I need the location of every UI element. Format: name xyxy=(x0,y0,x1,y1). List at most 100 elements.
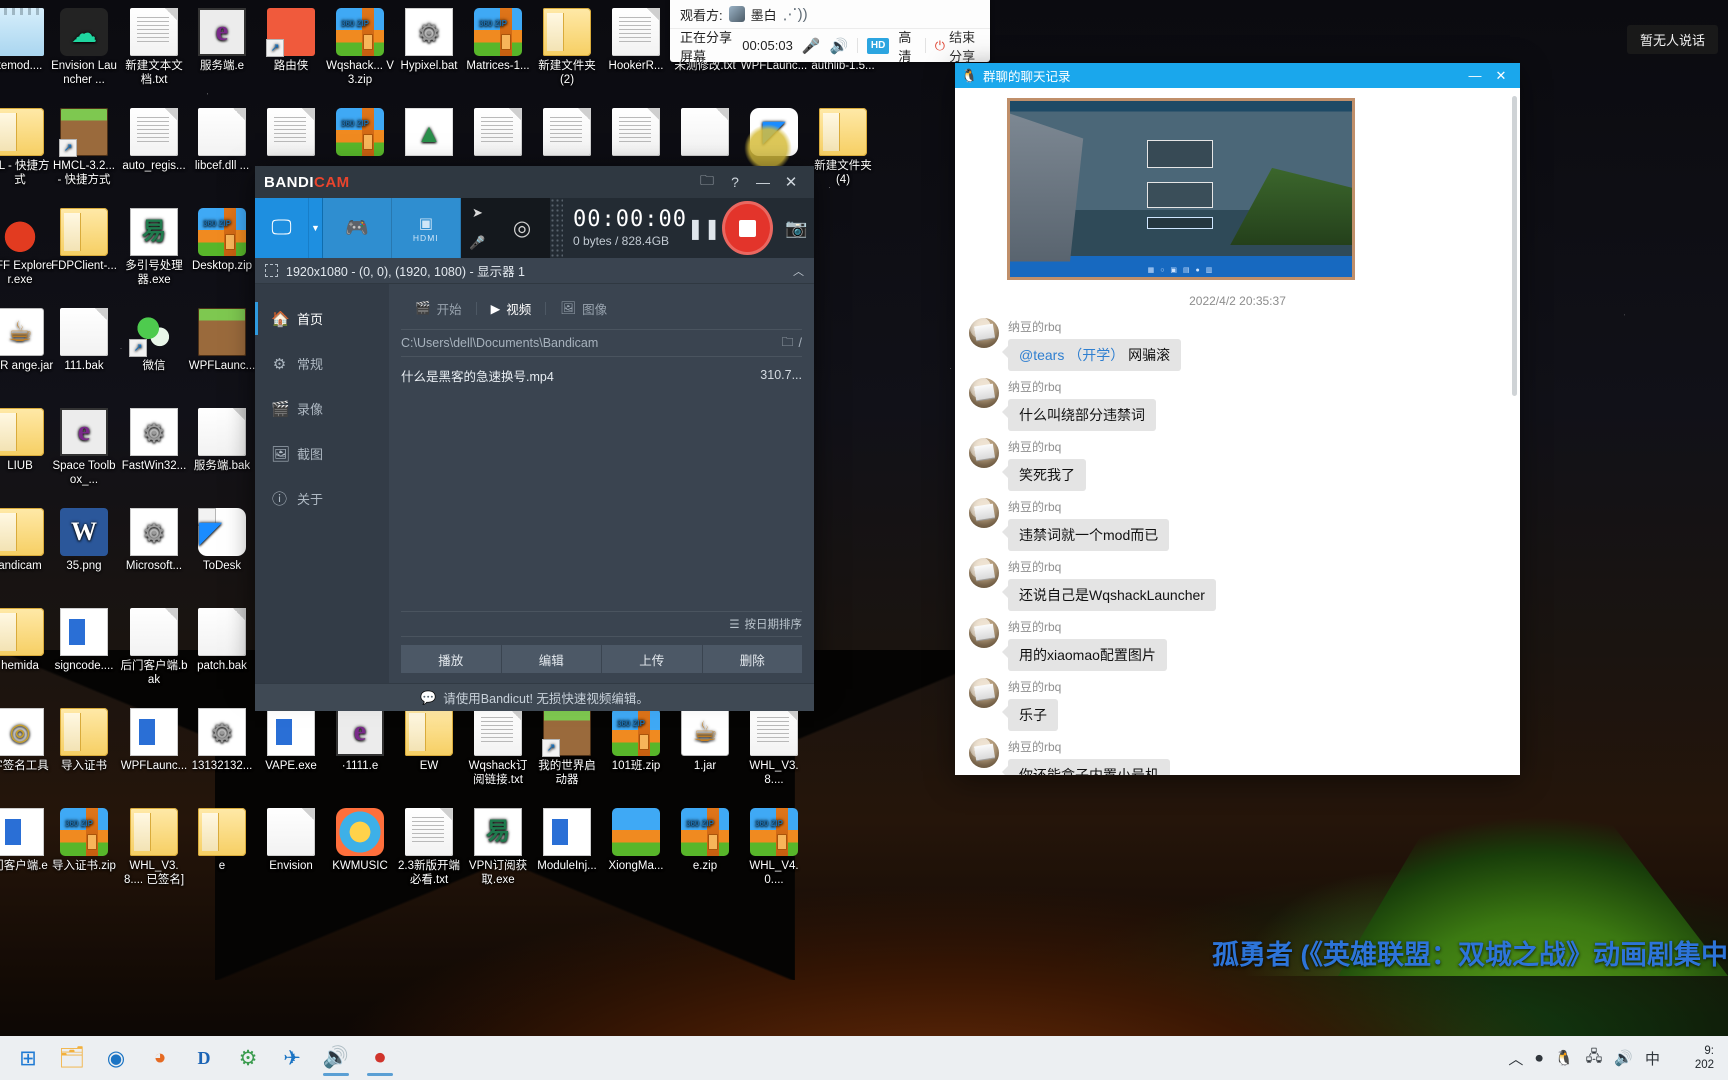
avatar[interactable] xyxy=(969,558,999,588)
end-share-button[interactable]: ⏻ 结束分享 xyxy=(935,27,980,65)
sort-label[interactable]: 按日期排序 xyxy=(745,616,803,632)
open-folder-icon[interactable]: 🗀 xyxy=(693,170,721,194)
desktop-icon[interactable]: 后门客户端.bak xyxy=(120,608,188,687)
game-recording-mode-button[interactable]: 🎮 xyxy=(323,198,392,258)
taskbar-buttons[interactable]: ⊞ 🗂 ◉ ◕ D ⚙ ✈ 🔊 ⏺ xyxy=(6,1038,402,1078)
recording-indicator-icon[interactable]: ⏺ xyxy=(1535,1050,1543,1067)
microphone-icon[interactable]: 🎤 xyxy=(461,228,494,258)
device-recording-mode-button[interactable]: ▣ HDMI xyxy=(391,198,461,258)
tray-expand-icon[interactable]: ︿ xyxy=(1508,1048,1523,1069)
desktop-icon[interactable] xyxy=(257,108,325,160)
bandicam-sidebar[interactable]: 🏠 首页 ⚙ 常规 🎬 录像 🖼 截图 ⓘ 关于 xyxy=(255,284,389,683)
sidebar-item-2[interactable]: 🎬 录像 xyxy=(255,386,389,431)
firefox-browser[interactable]: ◕ xyxy=(138,1038,182,1078)
speaker-icon[interactable]: 🔊 xyxy=(830,37,849,55)
desktop-icon[interactable]: WHL_V3.8.... 已签名] xyxy=(120,808,188,887)
qq-tray-icon[interactable]: 🐧 xyxy=(1555,1049,1574,1067)
desktop-icon[interactable]: 新建文件夹 (2) xyxy=(533,8,601,87)
desktop-icon[interactable]: HL - 快捷方式 xyxy=(0,108,54,187)
desktop-icon[interactable]: hemida xyxy=(0,608,54,674)
desktop-icon[interactable]: 路由侠 xyxy=(257,8,325,74)
desktop-icon[interactable]: VAPE.exe xyxy=(257,708,325,774)
desktop-icon[interactable]: CFF Explorer.exe xyxy=(0,208,54,287)
sidebar-item-4[interactable]: ⓘ 关于 xyxy=(255,476,389,521)
desktop-icon[interactable]: ·1111.e xyxy=(326,708,394,774)
bandicam-toolbar[interactable]: 🖵 ▼ 🎮 ▣ HDMI ➤ 🎤 ◎ 00:00:00 0 bytes / 82… xyxy=(255,198,814,258)
desktop-icon[interactable]: 服务端.bak xyxy=(188,408,256,474)
music-player[interactable]: 🔊 xyxy=(314,1038,358,1078)
shared-screenshot-image[interactable] xyxy=(1007,98,1355,280)
desktop-icon[interactable]: HookerR... xyxy=(602,8,670,74)
desktop-icon[interactable]: XiongMa... xyxy=(602,808,670,874)
desktop-icon[interactable]: 微信 xyxy=(120,308,188,374)
desktop-icon[interactable]: patch.bak xyxy=(188,608,256,674)
message-bubble[interactable]: 违禁词就一个mod而已 xyxy=(1001,519,1170,551)
volume-icon[interactable]: 🔊 xyxy=(1614,1049,1633,1067)
recording-file-list[interactable]: 什么是黑客的急速换号.mp4 310.7... xyxy=(401,357,802,611)
desktop-icon[interactable]: LIUB xyxy=(0,408,54,474)
drag-handle[interactable] xyxy=(549,198,563,258)
chevron-down-icon[interactable]: ▼ xyxy=(308,198,323,258)
desktop-icon[interactable]: ModuleInj... xyxy=(533,808,601,874)
webcam-icon[interactable]: ◎ xyxy=(494,198,550,258)
message-bubble[interactable]: @tears （开学） 网骗滚 xyxy=(1001,339,1182,371)
cursor-icon[interactable]: ➤ xyxy=(461,198,494,228)
qq-message-area[interactable]: 2022/4/2 20:35:37 纳豆的rbq@tears （开学） 网骗滚纳… xyxy=(955,88,1520,775)
screenshot-camera-icon[interactable]: 📷 xyxy=(779,198,814,258)
action-button-3[interactable]: 删除 xyxy=(702,645,802,673)
desktop-icon[interactable]: 360 ZIP WHL_V4.0.... xyxy=(740,808,808,887)
output-path-bar[interactable]: C:\Users\dell\Documents\Bandicam 🗀 / xyxy=(401,329,802,357)
sidebar-item-3[interactable]: 🖼 截图 xyxy=(255,431,389,476)
settings-app[interactable]: ⚙ xyxy=(226,1038,270,1078)
desktop-icon[interactable]: 360 ZIP e.zip xyxy=(671,808,739,874)
windows-taskbar[interactable]: ⊞ 🗂 ◉ ◕ D ⚙ ✈ 🔊 ⏺ ︿ ⏺ 🐧 🖧 🔊 中 9: 202 xyxy=(0,1036,1728,1080)
desktop-icon[interactable]: 多引号处理器.exe xyxy=(120,208,188,287)
screen-recording-mode-button[interactable]: 🖵 xyxy=(255,198,309,258)
desktop-icon[interactable]: e xyxy=(188,808,256,874)
desktop-icon[interactable]: 服务端.e xyxy=(188,8,256,74)
desktop-icon[interactable]: 360 ZIP 101班.zip xyxy=(602,708,670,774)
desktop-icon[interactable]: auto_regis... xyxy=(120,108,188,174)
close-icon[interactable]: ✕ xyxy=(1488,68,1514,84)
sort-bar[interactable]: ☰ 按日期排序 xyxy=(401,611,802,637)
capture-toggles[interactable]: ➤ 🎤 xyxy=(460,198,495,258)
desktop-icon[interactable]: W 35.png xyxy=(50,508,118,574)
sidebar-item-0[interactable]: 🏠 首页 xyxy=(255,296,389,341)
desktop-icon[interactable]: Envision Launcher ... xyxy=(50,8,118,87)
desktop-icon[interactable]: Hypixel.bat xyxy=(395,8,463,74)
scrollbar-thumb[interactable] xyxy=(1512,96,1517,396)
taskbar-clock[interactable]: 9: 202 xyxy=(1670,1044,1722,1072)
desktop-icon[interactable]: VPN订阅获取.exe xyxy=(464,808,532,887)
desktop-icon[interactable]: 111.bak xyxy=(50,308,118,374)
message-bubble[interactable]: 用的xiaomao配置图片 xyxy=(1002,639,1167,671)
desktop-icon[interactable]: 360 ZIP 导入证书.zip xyxy=(50,808,118,874)
system-tray[interactable]: ︿ ⏺ 🐧 🖧 🔊 中 xyxy=(1508,1046,1670,1071)
action-button-1[interactable]: 编辑 xyxy=(501,645,602,673)
desktop-icon[interactable] xyxy=(464,108,532,160)
bandicam-titlebar[interactable]: BANDICAM 🗀 ? — ✕ xyxy=(255,166,814,198)
desktop-icon[interactable]: ToDesk xyxy=(188,508,256,574)
bandicam-tabs[interactable]: 🎬 开始 ▶ 视频 🖼 图像 xyxy=(401,294,802,322)
file-explorer[interactable]: 🗂 xyxy=(50,1038,94,1078)
desktop-icon[interactable]: WPFLaunc... xyxy=(120,708,188,774)
desktop-icon[interactable]: 我的世界启动器 xyxy=(533,708,601,787)
desktop-icon[interactable]: 360 ZIP Matrices-1... xyxy=(464,8,532,74)
bandicam-footer[interactable]: 💬 请使用Bandicut! 无损快速视频编辑。 xyxy=(255,683,814,711)
share-status-row[interactable]: 正在分享屏幕 00:05:03 🎤 🔊 HD 高清 ⏻ 结束分享 xyxy=(670,27,990,65)
avatar[interactable] xyxy=(969,618,999,648)
desktop-icon[interactable]: 1.jar xyxy=(671,708,739,774)
tab-2[interactable]: 🖼 图像 xyxy=(546,299,621,318)
minimize-icon[interactable]: — xyxy=(749,174,777,190)
desktop-icon[interactable]: 360 ZIP Desktop.zip xyxy=(188,208,256,274)
message-bubble[interactable]: 还说自己是WqshackLauncher xyxy=(1002,579,1216,611)
desktop-icon[interactable] xyxy=(602,108,670,160)
capture-target-bar[interactable]: 1920x1080 - (0, 0), (1920, 1080) - 显示器 1… xyxy=(255,258,814,284)
file-row[interactable]: 什么是黑客的急速换号.mp4 310.7... xyxy=(401,364,802,386)
app-d[interactable]: D xyxy=(182,1038,226,1078)
mention[interactable]: @tears xyxy=(1019,347,1064,363)
message-bubble[interactable]: 什么叫绕部分违禁词 xyxy=(1002,399,1156,431)
desktop-icon[interactable]: EW xyxy=(395,708,463,774)
screen-share-bar[interactable]: 观看方: 墨白 ⋰)) 正在分享屏幕 00:05:03 🎤 🔊 HD 高清 ⏻ … xyxy=(670,0,990,65)
desktop-icon[interactable]: JAR ange.jar xyxy=(0,308,54,374)
quality-label[interactable]: 高清 xyxy=(898,27,916,65)
